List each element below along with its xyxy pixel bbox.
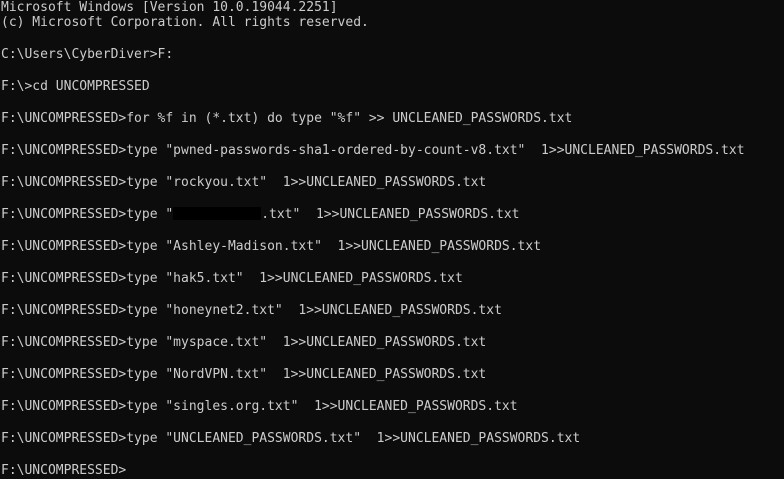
- command-line-drive-switch: C:\Users\CyberDiver>F:: [1, 47, 174, 62]
- banner-version-line: Microsoft Windows [Version 10.0.19044.22…: [1, 0, 338, 15]
- command-line-type-ashley-madison: F:\UNCOMPRESSED>type "Ashley-Madison.txt…: [1, 239, 542, 254]
- redacted-line-suffix: .txt" 1>>UNCLEANED_PASSWORDS.txt: [261, 207, 520, 222]
- redacted-line-prefix: F:\UNCOMPRESSED>type ": [1, 207, 174, 222]
- command-line-for-loop: F:\UNCOMPRESSED>for %f in (*.txt) do typ…: [1, 111, 573, 126]
- command-line-type-uncleaned-passwords: F:\UNCOMPRESSED>type "UNCLEANED_PASSWORD…: [1, 431, 581, 446]
- command-line-type-pwned-passwords: F:\UNCOMPRESSED>type "pwned-passwords-sh…: [1, 143, 745, 158]
- command-prompt-console[interactable]: Microsoft Windows [Version 10.0.19044.22…: [0, 0, 784, 479]
- current-prompt[interactable]: F:\UNCOMPRESSED>: [1, 463, 126, 479]
- command-line-type-rockyou: F:\UNCOMPRESSED>type "rockyou.txt" 1>>UN…: [1, 175, 487, 190]
- redaction-block: [173, 207, 262, 220]
- banner-copyright-line: (c) Microsoft Corporation. All rights re…: [1, 15, 369, 30]
- command-line-type-myspace: F:\UNCOMPRESSED>type "myspace.txt" 1>>UN…: [1, 335, 487, 350]
- command-line-type-hak5: F:\UNCOMPRESSED>type "hak5.txt" 1>>UNCLE…: [1, 271, 463, 286]
- command-line-type-redacted: F:\UNCOMPRESSED>type " .txt" 1>>UNCLEANED…: [1, 207, 519, 223]
- command-line-type-singles-org: F:\UNCOMPRESSED>type "singles.org.txt" 1…: [1, 399, 518, 414]
- command-line-type-nordvpn: F:\UNCOMPRESSED>type "NordVPN.txt" 1>>UN…: [1, 367, 487, 382]
- command-line-cd: F:\>cd UNCOMPRESSED: [1, 79, 150, 94]
- command-line-type-honeynet2: F:\UNCOMPRESSED>type "honeynet2.txt" 1>>…: [1, 303, 502, 318]
